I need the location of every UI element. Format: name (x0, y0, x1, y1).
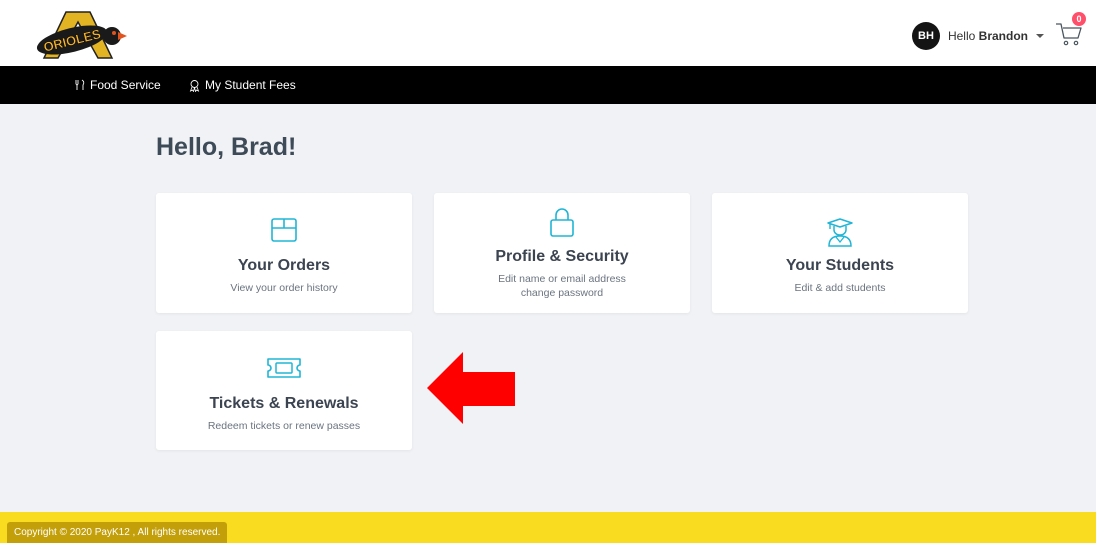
greeting-prefix: Hello (947, 29, 979, 43)
cart-button[interactable]: 0 (1054, 12, 1086, 48)
user-menu[interactable]: BH Hello Brandon (911, 22, 1044, 50)
nav-item-food-service[interactable]: Food Service (74, 66, 161, 104)
tickets-renewals-card[interactable]: Tickets & Renewals Redeem tickets or ren… (156, 331, 412, 450)
nav-item-student-fees[interactable]: My Student Fees (188, 66, 296, 104)
card-title: Your Orders (237, 257, 331, 274)
card-title: Tickets & Renewals (209, 395, 359, 412)
profile-security-card[interactable]: Profile & Security Edit name or email ad… (434, 193, 690, 313)
nav-label: Food Service (90, 78, 161, 92)
avatar: BH (911, 22, 940, 50)
cart-count-badge: 0 (1072, 12, 1086, 26)
card-title: Profile & Security (495, 248, 629, 265)
card-subtitle-line-2: change password (520, 287, 604, 299)
card-subtitle-line-1: Edit name or email address (498, 273, 626, 285)
student-icon (827, 218, 853, 247)
ribbon-icon (189, 79, 200, 92)
card-subtitle: Edit & add students (794, 282, 886, 294)
card-subtitle: View your order history (230, 282, 338, 294)
orders-card[interactable]: Your Orders View your order history (156, 193, 412, 313)
school-logo[interactable]: ORIOLES (28, 8, 128, 60)
card-title: Your Students (785, 257, 895, 274)
main-nav: Food Service My Student Fees (0, 66, 1096, 104)
top-header: ORIOLES BH Hello Brandon 0 (0, 0, 1096, 66)
copyright-text: Copyright © 2020 PayK12 , All rights res… (7, 522, 228, 543)
card-subtitle: Redeem tickets or renew passes (207, 420, 361, 432)
user-greeting: Hello Brandon (948, 29, 1028, 43)
user-name: Brandon (978, 29, 1028, 43)
page-title: Hello, Brad! (156, 133, 297, 161)
chevron-down-icon (1036, 34, 1044, 38)
footer: Copyright © 2020 PayK12 , All rights res… (0, 512, 1096, 543)
ticket-icon (267, 358, 301, 378)
box-icon (271, 218, 297, 242)
lock-icon (550, 208, 574, 237)
utensils-icon (75, 79, 85, 90)
left-arrow-icon (427, 352, 515, 424)
nav-label: My Student Fees (205, 78, 296, 92)
orioles-logo-icon: ORIOLES (36, 11, 127, 59)
students-card[interactable]: Your Students Edit & add students (712, 193, 968, 313)
